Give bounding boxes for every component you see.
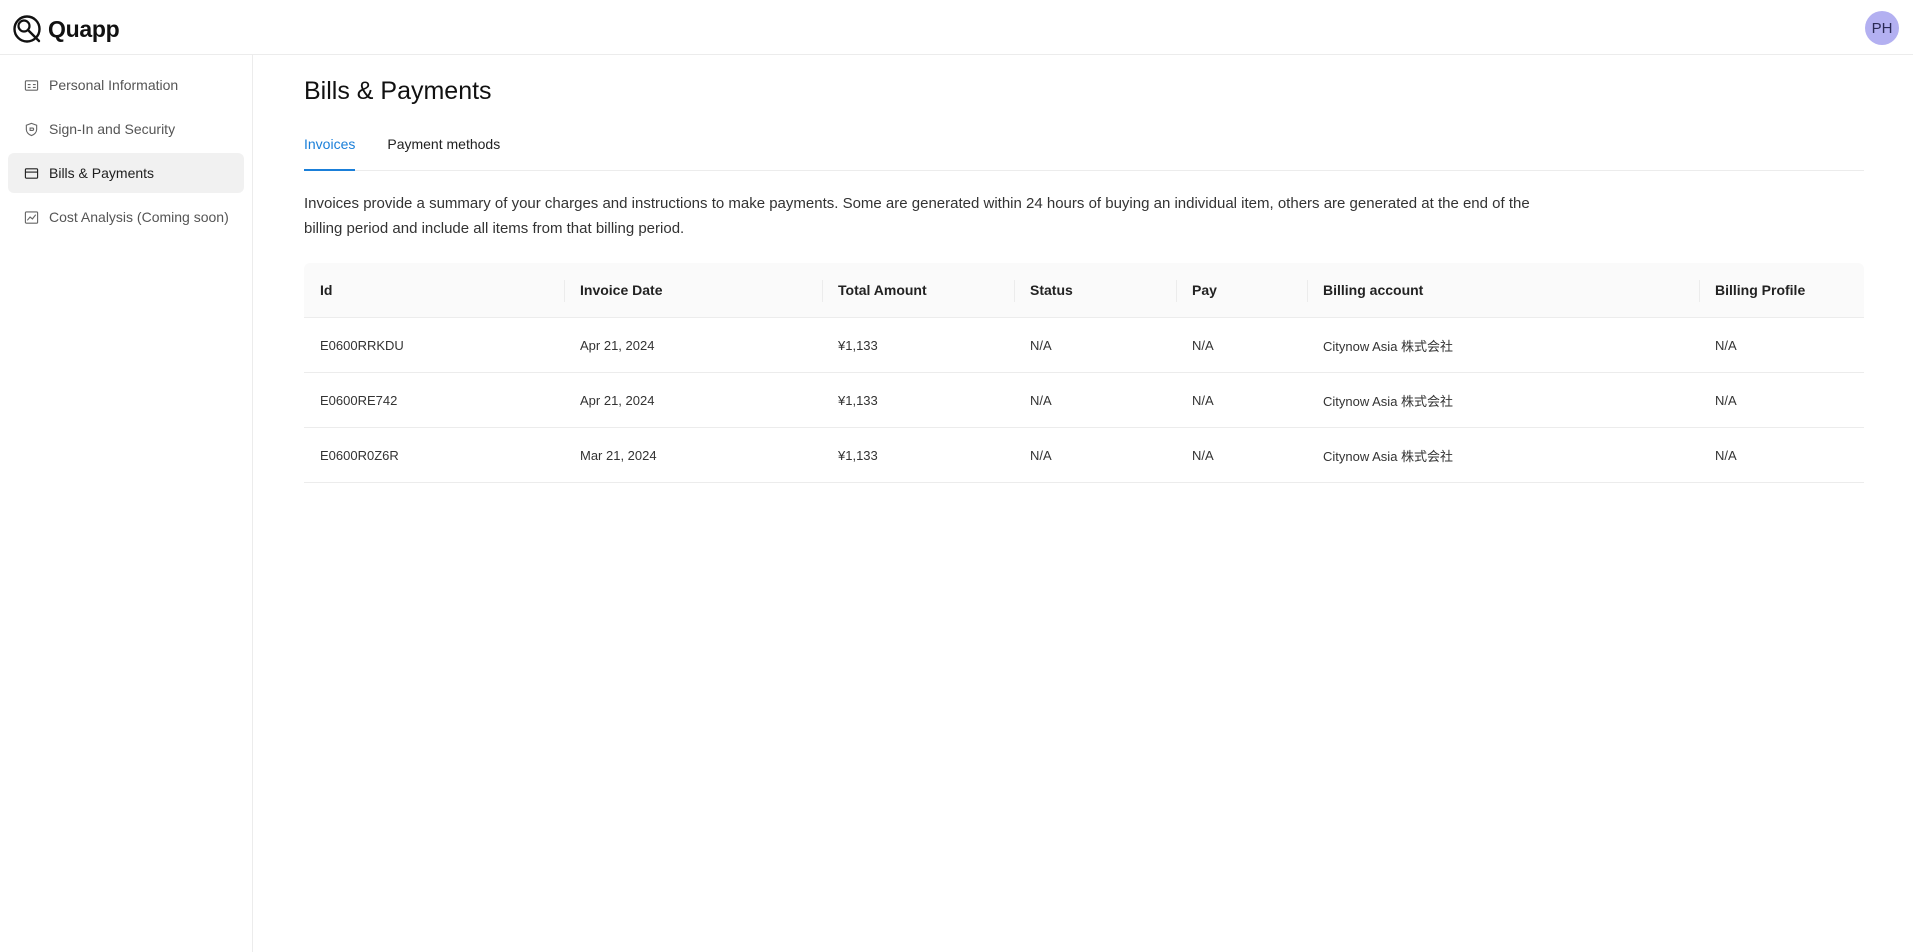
billing-account: Citynow Asia 株式会社	[1323, 393, 1454, 409]
column-header-billing-account[interactable]: Billing account	[1307, 263, 1699, 317]
invoice-id[interactable]: E0600R0Z6R	[304, 428, 564, 482]
invoice-id[interactable]: E0600RRKDU	[304, 318, 564, 372]
brand-logo[interactable]: Quapp	[12, 13, 120, 45]
billing-account: Citynow Asia 株式会社	[1323, 448, 1454, 464]
total-amount: ¥1,133	[838, 337, 878, 353]
id-card-icon	[24, 79, 39, 91]
column-header-billing-profile[interactable]: Billing Profile	[1699, 263, 1864, 317]
tab-payment-methods[interactable]: Payment methods	[387, 129, 500, 171]
page-title: Bills & Payments	[304, 77, 492, 105]
brand-name: Quapp	[48, 15, 120, 42]
sidebar-item-label: Cost Analysis (Coming soon)	[49, 209, 229, 225]
top-bar: Quapp PH	[0, 0, 1913, 55]
sidebar-item-cost-analysis[interactable]: Cost Analysis (Coming soon)	[8, 197, 244, 237]
billing-profile: N/A	[1715, 392, 1737, 408]
total-amount: ¥1,133	[838, 447, 878, 463]
line-chart-icon	[24, 210, 39, 224]
invoices-table: Id Invoice Date Total Amount Status Pay …	[304, 263, 1864, 483]
pay: N/A	[1192, 392, 1214, 408]
column-header-id[interactable]: Id	[304, 263, 564, 317]
tab-bar: Invoices Payment methods	[304, 129, 1864, 171]
shield-icon	[25, 122, 38, 136]
avatar[interactable]: PH	[1865, 11, 1899, 45]
pay: N/A	[1192, 337, 1214, 353]
table-row[interactable]: E0600R0Z6R Mar 21, 2024 ¥1,133 N/A N/A C…	[304, 428, 1864, 483]
sidebar-item-label: Bills & Payments	[49, 165, 155, 181]
invoice-date: Mar 21, 2024	[580, 447, 657, 463]
sidebar-item-bills-payments[interactable]: Bills & Payments	[8, 153, 244, 193]
invoice-id[interactable]: E0600RE742	[304, 373, 564, 427]
total-amount: ¥1,133	[838, 392, 878, 408]
sidebar: Personal Information Sign-In and Securit…	[0, 55, 253, 952]
column-header-pay[interactable]: Pay	[1176, 263, 1307, 317]
table-row[interactable]: E0600RRKDU Apr 21, 2024 ¥1,133 N/A N/A C…	[304, 318, 1864, 373]
credit-card-icon	[24, 167, 39, 179]
column-header-status[interactable]: Status	[1014, 263, 1176, 317]
billing-account: Citynow Asia 株式会社	[1323, 338, 1454, 354]
tab-invoices[interactable]: Invoices	[304, 129, 356, 171]
quapp-logo-icon	[13, 15, 41, 43]
status: N/A	[1030, 392, 1052, 408]
status: N/A	[1030, 447, 1052, 463]
column-header-total-amount[interactable]: Total Amount	[822, 263, 1014, 317]
sidebar-item-label: Sign-In and Security	[49, 121, 176, 137]
invoice-date: Apr 21, 2024	[580, 337, 655, 353]
sidebar-item-label: Personal Information	[49, 77, 179, 93]
table-header: Id Invoice Date Total Amount Status Pay …	[304, 263, 1864, 318]
column-header-invoice-date[interactable]: Invoice Date	[564, 263, 822, 317]
billing-profile: N/A	[1715, 337, 1737, 353]
table-row[interactable]: E0600RE742 Apr 21, 2024 ¥1,133 N/A N/A C…	[304, 373, 1864, 428]
invoice-date: Apr 21, 2024	[580, 392, 655, 408]
main-content: Bills & Payments Invoices Payment method…	[304, 55, 1864, 483]
billing-profile: N/A	[1715, 447, 1737, 463]
sidebar-item-sign-in-security[interactable]: Sign-In and Security	[8, 109, 244, 149]
pay: N/A	[1192, 447, 1214, 463]
sidebar-item-personal-information[interactable]: Personal Information	[8, 65, 244, 105]
status: N/A	[1030, 337, 1052, 353]
invoices-description: Invoices provide a summary of your charg…	[304, 195, 1530, 237]
